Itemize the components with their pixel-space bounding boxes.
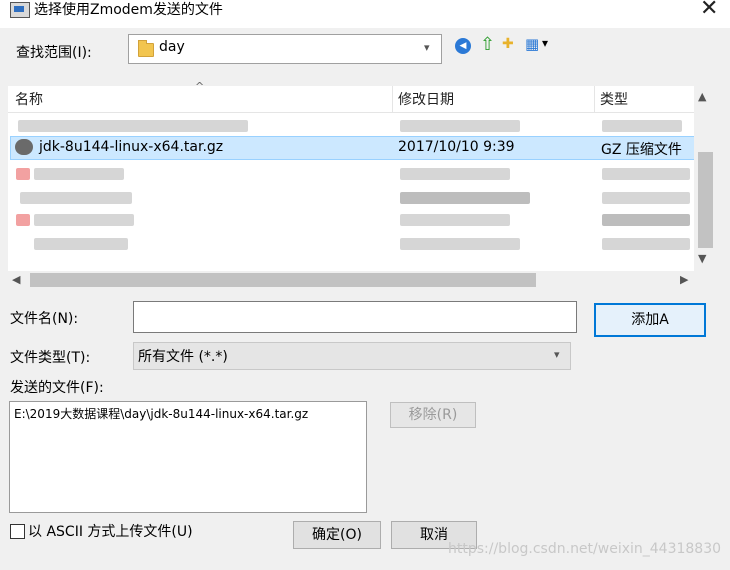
look-in-combo[interactable]: day ▾ — [128, 34, 442, 64]
scroll-right-icon[interactable]: ▶ — [680, 273, 688, 286]
blurred-file-row[interactable] — [20, 192, 132, 204]
blurred-file-type — [602, 192, 690, 204]
look-in-value: day — [159, 39, 185, 55]
window-title: 选择使用Zmodem发送的文件 — [34, 2, 223, 18]
chevron-down-icon[interactable]: ▾ — [424, 41, 430, 54]
column-divider[interactable] — [594, 86, 595, 112]
add-button[interactable]: 添加A — [594, 303, 706, 337]
blurred-file-date — [400, 192, 530, 204]
filename-label: 文件名(N): — [10, 311, 79, 327]
view-dropdown-icon[interactable]: ▾ — [542, 36, 548, 50]
column-name-header[interactable]: 名称 — [15, 89, 43, 109]
horizontal-scroll-thumb[interactable] — [30, 273, 536, 287]
folder-icon — [138, 40, 154, 57]
scroll-up-icon[interactable]: ▲ — [698, 90, 706, 103]
blurred-file-date — [400, 168, 510, 180]
list-header: 名称 ^ 修改日期 类型 — [8, 80, 694, 113]
blurred-file-type — [602, 214, 690, 226]
new-folder-icon[interactable]: ✚ — [502, 36, 514, 52]
back-icon[interactable]: ◀ — [455, 38, 471, 54]
blurred-file-icon — [16, 168, 30, 180]
send-files-label: 发送的文件(F): — [10, 380, 104, 396]
file-date: 2017/10/10 9:39 — [398, 139, 515, 155]
app-icon — [10, 2, 30, 18]
scroll-down-icon[interactable]: ▼ — [698, 252, 706, 265]
blurred-file-row[interactable] — [18, 120, 248, 132]
table-row-selected[interactable]: jdk-8u144-linux-x64.tar.gz 2017/10/10 9:… — [10, 136, 695, 160]
remove-button[interactable]: 移除(R) — [390, 402, 476, 428]
column-divider[interactable] — [392, 86, 393, 112]
up-folder-icon[interactable]: ⇧ — [480, 34, 495, 55]
send-files-list[interactable]: E:\2019大数据课程\day\jdk-8u144-linux-x64.tar… — [9, 401, 367, 513]
close-icon[interactable]: ✕ — [700, 0, 718, 21]
column-type-header[interactable]: 类型 — [600, 89, 628, 109]
archive-file-icon — [15, 139, 33, 155]
filename-input[interactable] — [133, 301, 577, 333]
blurred-file-date — [400, 238, 520, 250]
blurred-file-row[interactable] — [34, 214, 134, 226]
view-menu-icon[interactable]: ▦ — [525, 35, 539, 53]
ok-button[interactable]: 确定(O) — [293, 521, 381, 549]
ascii-checkbox-label[interactable]: 以 ASCII 方式上传文件(U) — [28, 521, 193, 541]
chevron-down-icon[interactable]: ▾ — [554, 348, 560, 361]
column-date-header[interactable]: 修改日期 — [398, 89, 454, 109]
filetype-select[interactable]: 所有文件 (*.*) ▾ — [133, 342, 571, 370]
blurred-file-type — [602, 168, 690, 180]
filetype-label: 文件类型(T): — [10, 350, 91, 366]
blurred-file-row[interactable] — [34, 168, 124, 180]
vertical-scroll-thumb[interactable] — [698, 152, 713, 248]
blurred-file-type — [602, 238, 690, 250]
watermark-text: https://blog.csdn.net/weixin_44318830 — [448, 541, 722, 557]
ascii-checkbox[interactable] — [10, 524, 25, 539]
scroll-left-icon[interactable]: ◀ — [12, 273, 20, 286]
blurred-file-row[interactable] — [34, 238, 128, 250]
blurred-file-date — [400, 214, 510, 226]
list-item[interactable]: E:\2019大数据课程\day\jdk-8u144-linux-x64.tar… — [14, 405, 308, 422]
blurred-file-icon — [16, 214, 30, 226]
sort-ascending-icon: ^ — [195, 80, 205, 93]
blurred-file-type — [602, 120, 682, 132]
blurred-file-date — [400, 120, 520, 132]
file-type: GZ 压缩文件 — [601, 142, 682, 158]
file-name: jdk-8u144-linux-x64.tar.gz — [39, 139, 224, 155]
look-in-label: 查找范围(I): — [16, 45, 92, 61]
filetype-value: 所有文件 (*.*) — [138, 349, 228, 365]
